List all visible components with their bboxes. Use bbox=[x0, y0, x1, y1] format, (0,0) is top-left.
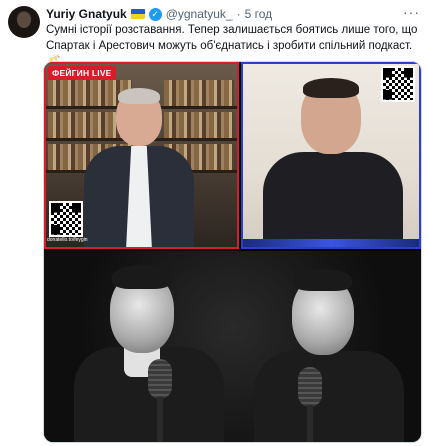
podcast-photo bbox=[44, 251, 421, 442]
tweet-header: Yuriy Gnatyuk ✓ @ygnatyuk_ · 5 год bbox=[46, 6, 272, 22]
tweet-timestamp[interactable]: 5 год bbox=[245, 7, 273, 21]
separator-dot: · bbox=[236, 7, 241, 21]
video-pane-feygin: ФЕЙГИН LIVE donatello.to/feygin bbox=[44, 62, 239, 249]
right-person-body bbox=[254, 351, 404, 442]
right-person-hair bbox=[294, 269, 352, 291]
mic-arm bbox=[157, 397, 163, 442]
blue-glow-bar bbox=[241, 239, 421, 249]
author-handle[interactable]: @ygnatyuk_ bbox=[166, 7, 233, 21]
host-person bbox=[84, 88, 194, 249]
author-avatar[interactable] bbox=[8, 6, 40, 38]
microphone-icon bbox=[148, 359, 172, 399]
more-icon[interactable]: ··· bbox=[403, 4, 420, 20]
video-pane-guest bbox=[241, 62, 421, 249]
microphone-icon bbox=[298, 367, 322, 407]
qr-code-icon bbox=[49, 201, 83, 237]
qr-caption: donatello.to/feygin bbox=[47, 237, 88, 243]
ukraine-flag-icon bbox=[130, 9, 145, 19]
left-person-hair bbox=[112, 265, 172, 289]
live-badge: ФЕЙГИН LIVE bbox=[48, 66, 116, 80]
tweet-media[interactable]: ФЕЙГИН LIVE donatello.to/feygin bbox=[43, 61, 422, 443]
verified-badge-icon: ✓ bbox=[148, 7, 162, 21]
mic-arm bbox=[307, 405, 313, 442]
author-name[interactable]: Yuriy Gnatyuk bbox=[46, 7, 127, 21]
qr-code-icon bbox=[381, 66, 415, 102]
guest-person bbox=[263, 78, 403, 249]
